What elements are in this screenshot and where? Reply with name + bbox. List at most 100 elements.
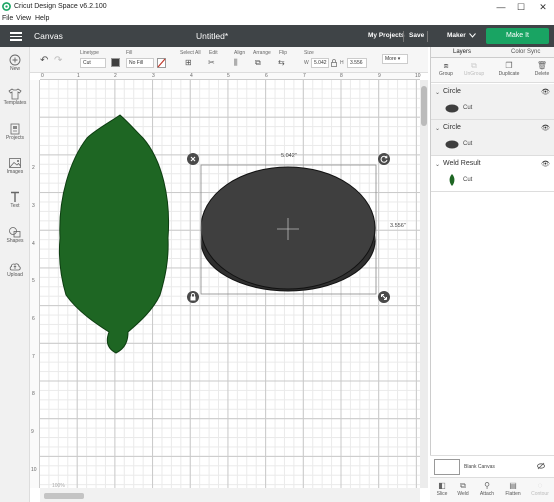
- sidebar-item-templates[interactable]: Templates: [0, 88, 30, 106]
- edit-icon[interactable]: ✂: [208, 58, 215, 67]
- layer-item[interactable]: Cut: [431, 173, 554, 189]
- layer-item[interactable]: Cut: [431, 101, 554, 117]
- header-divider: [403, 31, 404, 42]
- design-canvas[interactable]: 5.042" 3.556": [40, 80, 420, 488]
- app-header: Canvas Untitled* My Projects Save Maker …: [0, 25, 554, 47]
- delete-handle[interactable]: [187, 153, 199, 165]
- layer-thumbnail: [449, 174, 455, 186]
- group-icon: ⧈: [443, 61, 449, 70]
- sidebar-item-new[interactable]: New: [0, 54, 30, 72]
- ruler-tick-label: 3: [152, 73, 155, 79]
- weld-icon: ⧉: [460, 481, 466, 490]
- layer-group-circle-2[interactable]: ⌄ Circle 👁 Cut: [431, 120, 554, 156]
- layer-operation: Cut: [463, 141, 473, 147]
- chevron-down-icon[interactable]: ⌄: [435, 125, 440, 132]
- arrange-icon[interactable]: ⧉: [255, 58, 261, 67]
- undo-icon[interactable]: ↶: [40, 56, 48, 66]
- canvas-vertical-scrollbar[interactable]: [420, 80, 428, 488]
- machine-select[interactable]: Maker: [447, 32, 466, 39]
- linetype-select[interactable]: Cut: [80, 58, 106, 68]
- blank-canvas-row[interactable]: Blank Canvas: [430, 455, 554, 477]
- ruler-tick-label: 4: [190, 73, 193, 79]
- layer-name: Weld Result: [443, 160, 481, 167]
- my-projects-link[interactable]: My Projects: [368, 32, 405, 39]
- contour-button[interactable]: ◌ Contour: [528, 481, 552, 497]
- lock-handle[interactable]: [187, 291, 199, 303]
- make-it-button[interactable]: Make It: [486, 28, 549, 44]
- layer-item[interactable]: Cut: [431, 137, 554, 153]
- flatten-button[interactable]: ▤ Flatten: [501, 481, 525, 497]
- width-input[interactable]: 5.042: [311, 58, 329, 68]
- ruler-tick-label: 0: [41, 73, 44, 79]
- chevron-down-icon[interactable]: [469, 33, 476, 38]
- menu-view[interactable]: View: [16, 15, 31, 22]
- group-button[interactable]: ⧈ Group: [431, 61, 461, 77]
- layer-group-circle-1[interactable]: ⌄ Circle 👁 Cut: [431, 84, 554, 120]
- ruler-tick-label: 5: [227, 73, 230, 79]
- close-window-button[interactable]: ✕: [536, 1, 550, 13]
- resize-handle[interactable]: [378, 291, 390, 303]
- edit-toolbar: ↶ ↷ Linetype Cut Fill No Fill Select All…: [30, 47, 428, 73]
- layer-group-weld-result[interactable]: ⌄ Weld Result 👁 Cut: [431, 156, 554, 192]
- duplicate-button[interactable]: ❐ Duplicate: [494, 61, 524, 77]
- scroll-thumb[interactable]: [421, 86, 427, 126]
- layer-header[interactable]: ⌄ Circle 👁: [431, 123, 554, 135]
- title-bar: Cricut Design Space v6.2.100 — ☐ ✕: [0, 0, 554, 14]
- chevron-down-icon[interactable]: ⌄: [435, 89, 440, 96]
- eye-icon[interactable]: 👁: [541, 160, 550, 168]
- height-input[interactable]: 3.556: [347, 58, 367, 68]
- sidebar-label: Text: [10, 203, 20, 209]
- minimize-button[interactable]: —: [494, 1, 508, 13]
- scroll-thumb[interactable]: [44, 493, 84, 499]
- eye-icon[interactable]: 👁: [541, 124, 550, 132]
- layer-header[interactable]: ⌄ Circle 👁: [431, 87, 554, 99]
- sidebar-item-upload[interactable]: Upload: [0, 260, 30, 278]
- size-label: Size: [304, 50, 314, 56]
- ruler-tick-label: 6: [32, 316, 35, 322]
- sidebar-item-projects[interactable]: Projects: [0, 123, 30, 141]
- rotate-handle[interactable]: [378, 153, 390, 165]
- menu-help[interactable]: Help: [35, 15, 49, 22]
- zoom-level[interactable]: 100%: [52, 483, 65, 489]
- delete-button[interactable]: 🗑 Delete: [527, 61, 554, 77]
- lock-ratio-icon[interactable]: [331, 59, 337, 67]
- linetype-color-swatch[interactable]: [111, 58, 120, 67]
- chevron-down-icon[interactable]: ⌄: [435, 161, 440, 168]
- menu-file[interactable]: File: [2, 15, 13, 22]
- sidebar-item-shapes[interactable]: Shapes: [0, 226, 30, 244]
- no-fill-swatch-icon[interactable]: [157, 58, 166, 68]
- duplicate-icon: ❐: [505, 61, 513, 70]
- ruler-tick-label: 2: [32, 165, 35, 171]
- align-icon[interactable]: ⫼: [234, 58, 238, 67]
- edit-label: Edit: [209, 50, 218, 56]
- layer-name: Circle: [443, 88, 461, 95]
- select-all-icon[interactable]: ⊞: [185, 58, 192, 67]
- layer-header[interactable]: ⌄ Weld Result 👁: [431, 159, 554, 171]
- weld-button[interactable]: ⧉ Weld: [451, 481, 475, 497]
- hamburger-menu-icon[interactable]: [10, 32, 22, 41]
- flip-icon[interactable]: ⇆: [278, 58, 285, 67]
- tab-color-sync[interactable]: Color Sync: [511, 49, 540, 55]
- resize-arrows-icon: [381, 294, 387, 300]
- sidebar-item-text[interactable]: Text: [0, 191, 30, 209]
- tab-layers[interactable]: Layers: [453, 49, 471, 55]
- layer-name: Circle: [443, 124, 461, 131]
- left-sidebar: New Templates Projects Images Text Shape…: [0, 47, 30, 502]
- more-menu[interactable]: More ▾: [382, 54, 408, 64]
- attach-button[interactable]: ⚲ Attach: [475, 481, 499, 497]
- ruler-tick-label: 8: [340, 73, 343, 79]
- hide-icon[interactable]: [537, 462, 545, 470]
- redo-icon[interactable]: ↷: [54, 56, 62, 66]
- eye-icon[interactable]: 👁: [541, 88, 550, 96]
- fill-select[interactable]: No Fill: [126, 58, 154, 68]
- maximize-button[interactable]: ☐: [514, 1, 528, 13]
- blank-canvas-swatch[interactable]: [434, 459, 460, 475]
- canvas-horizontal-scrollbar[interactable]: [40, 488, 420, 502]
- ruler-tick-label: 8: [32, 391, 35, 397]
- ungroup-button[interactable]: ⧉ UnGroup: [459, 61, 489, 77]
- shapes-icon: [9, 227, 21, 238]
- sidebar-label: Upload: [7, 272, 23, 278]
- save-button[interactable]: Save: [409, 32, 424, 39]
- lock-icon: [190, 293, 196, 301]
- sidebar-item-images[interactable]: Images: [0, 157, 30, 175]
